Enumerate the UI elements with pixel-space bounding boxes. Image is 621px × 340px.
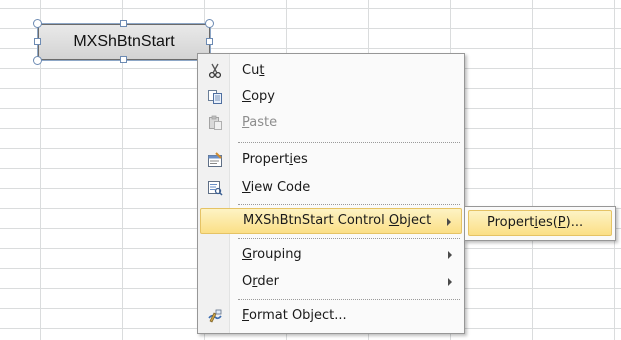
menu-item-control-object[interactable]: MXShBtnStart Control Object bbox=[200, 208, 462, 234]
control-object-submenu: Properties(P)... bbox=[464, 206, 616, 241]
menu-separator bbox=[238, 204, 460, 205]
menu-item-label: Cut bbox=[242, 63, 265, 78]
menu-separator bbox=[238, 299, 460, 300]
resize-handle-top-left[interactable] bbox=[33, 19, 42, 28]
format-object-icon bbox=[207, 308, 223, 324]
menu-item-cut[interactable]: Cut bbox=[200, 58, 462, 84]
context-menu: Cut Copy Paste Properties View Code MXSh… bbox=[197, 53, 465, 334]
menu-item-view-code[interactable]: View Code bbox=[200, 175, 462, 201]
command-button-control[interactable]: MXShBtnStart bbox=[33, 19, 214, 65]
submenu-item-properties[interactable]: Properties(P)... bbox=[468, 210, 612, 236]
menu-item-label: Grouping bbox=[242, 247, 302, 262]
resize-handle-left[interactable] bbox=[34, 38, 41, 45]
resize-handle-bottom[interactable] bbox=[120, 56, 127, 63]
submenu-arrow-icon bbox=[447, 218, 451, 226]
view-code-icon bbox=[207, 180, 223, 196]
properties-icon bbox=[207, 152, 223, 168]
menu-item-label: Properties(P)... bbox=[487, 215, 584, 230]
menu-item-label: View Code bbox=[242, 180, 311, 195]
submenu-arrow-icon bbox=[448, 251, 452, 259]
menu-item-label: Copy bbox=[242, 89, 275, 104]
resize-handle-top-right[interactable] bbox=[205, 19, 214, 28]
menu-item-label: Paste bbox=[242, 115, 278, 130]
scissors-icon bbox=[207, 63, 223, 79]
resize-handle-bottom-left[interactable] bbox=[33, 56, 42, 65]
menu-item-paste[interactable]: Paste bbox=[200, 110, 462, 136]
submenu-arrow-icon bbox=[448, 278, 452, 286]
menu-item-grouping[interactable]: Grouping bbox=[200, 242, 462, 268]
resize-handle-right[interactable] bbox=[206, 38, 213, 45]
command-button-label: MXShBtnStart bbox=[73, 33, 175, 50]
menu-item-label: Format Object... bbox=[242, 308, 347, 323]
paste-icon bbox=[207, 115, 223, 131]
resize-handle-top[interactable] bbox=[120, 20, 127, 27]
menu-item-label: MXShBtnStart Control Object bbox=[243, 213, 432, 228]
menu-separator bbox=[238, 238, 460, 239]
menu-item-order[interactable]: Order bbox=[200, 269, 462, 295]
menu-item-label: Order bbox=[242, 274, 279, 289]
menu-item-label: Properties bbox=[242, 152, 308, 167]
menu-separator bbox=[238, 142, 460, 143]
menu-item-copy[interactable]: Copy bbox=[200, 84, 462, 110]
menu-item-format-object[interactable]: Format Object... bbox=[200, 303, 462, 329]
menu-item-properties[interactable]: Properties bbox=[200, 147, 462, 173]
copy-icon bbox=[207, 89, 223, 105]
command-button[interactable]: MXShBtnStart bbox=[38, 24, 210, 60]
